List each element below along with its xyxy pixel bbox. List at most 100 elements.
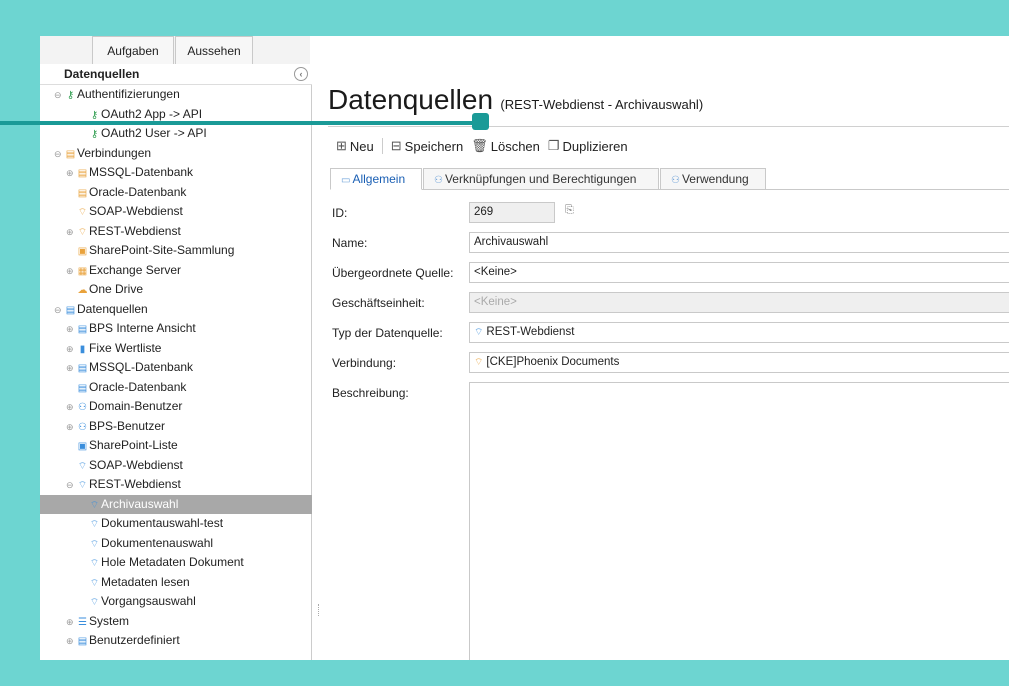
tab-bar: ▭ Allgemein ⚇ Verknüpfungen und Berechtigu… (330, 168, 1009, 190)
expand-icon[interactable]: ⊕ (66, 613, 76, 633)
users-icon: ⚇ (78, 402, 87, 413)
expand-icon[interactable]: ⊕ (66, 320, 76, 340)
collapse-sidebar-icon[interactable]: ‹ (294, 67, 308, 81)
connector-dot (472, 113, 489, 130)
delete-button[interactable]: 🗑 Löschen (467, 138, 544, 154)
tree-node-label: Dokumentenauswahl (101, 535, 214, 550)
tree-node-label: Fixe Wertliste (89, 340, 162, 355)
tree-node[interactable]: ⊕ ⚇ BPS-Benutzer (40, 417, 311, 437)
tree-node[interactable]: ⊕ ☰ System (40, 612, 311, 632)
connection-icon: ▤ (65, 148, 76, 160)
tree-node-label: Oracle-Datenbank (89, 379, 187, 394)
tree-node-label: Vorgangsauswahl (101, 594, 196, 608)
duplicate-button-label: Duplizieren (562, 138, 628, 154)
expand-icon[interactable]: ⊕ (66, 418, 76, 438)
tree-node[interactable]: ⚷ OAuth2 User -> API (40, 124, 311, 144)
tree-node[interactable]: ⌔ SOAP-Webdienst (40, 202, 311, 222)
delete-button-label: Löschen (490, 138, 540, 154)
page-title: Datenquellen (328, 84, 494, 115)
tree-node-label: SOAP-Webdienst (89, 457, 183, 472)
collapse-icon[interactable]: ⊖ (54, 145, 64, 165)
parent-source-select[interactable]: <Keine> (469, 262, 1009, 283)
webservice-icon: ⌔ (77, 480, 88, 491)
ribbon-tab-aufgaben[interactable]: Aufgaben (92, 36, 174, 64)
tree-node[interactable]: ⊕ ▤ MSSQL-Datenbank (40, 358, 311, 378)
collapse-icon[interactable]: ⊖ (66, 476, 76, 496)
tree-node[interactable]: ⊕ ⌔ REST-Webdienst (40, 222, 311, 242)
tree-node-label: One Drive (89, 282, 144, 296)
connection-value: [CKE]Phoenix Documents (486, 356, 620, 368)
collapse-icon[interactable]: ⊖ (54, 86, 64, 106)
datasource-type-value: REST-Webdienst (486, 326, 575, 338)
webservice-icon: ⌔ (474, 357, 484, 368)
tree-node[interactable]: ⊕ ▤ Benutzerdefiniert (40, 631, 311, 651)
tree-node[interactable]: ⌔ Vorgangsauswahl (40, 592, 311, 612)
splitter[interactable] (312, 64, 328, 660)
tree-node[interactable]: ⌔ Archivauswahl (40, 494, 312, 514)
tree-node-label: MSSQL-Datenbank (89, 165, 194, 179)
new-button[interactable]: ⊞ Neu (332, 138, 378, 154)
expand-icon[interactable]: ⊕ (66, 398, 76, 418)
parent-source-label: Übergeordnete Quelle: (332, 266, 454, 280)
tree-node[interactable]: ⌔ Hole Metadaten Dokument (40, 553, 311, 573)
tree-node-label: OAuth2 App -> API (101, 106, 203, 121)
tree-node[interactable]: ▣ SharePoint-Liste (40, 436, 311, 456)
tree-node[interactable]: ⌔ Dokumentauswahl-test (40, 514, 311, 534)
tab-verwendung[interactable]: ⚇ Verwendung (660, 168, 766, 190)
copy-icon: ❐ (547, 138, 560, 153)
datasource-tree: ⊖ ⚷ Authentifizierungen ⚷ OAuth2 App -> API ⚷… (40, 85, 312, 660)
tab-label: Allgemein (352, 172, 406, 186)
description-label: Beschreibung: (332, 386, 409, 400)
tree-node[interactable]: ⊕ ▦ Exchange Server (40, 261, 311, 281)
duplicate-button[interactable]: ❐ Duplizieren (544, 138, 632, 154)
tree-node-label: Exchange Server (89, 262, 182, 277)
database-icon: ▤ (65, 304, 76, 316)
tree-node[interactable]: ⌔ Metadaten lesen (40, 573, 311, 593)
tree-node-label: Metadaten lesen (101, 574, 190, 589)
tree-node[interactable]: ☁ One Drive (40, 280, 311, 300)
tree-node[interactable]: ▤ Oracle-Datenbank (40, 183, 311, 203)
tab-label: Verwendung (681, 172, 749, 186)
tree-node[interactable]: ▣ SharePoint-Site-Sammlung (40, 241, 311, 261)
tree-node[interactable]: ▤ Oracle-Datenbank (40, 378, 311, 398)
datasource-type-label: Typ der Datenquelle: (332, 326, 443, 340)
tree-node[interactable]: ⌔ SOAP-Webdienst (40, 456, 311, 476)
name-label: Name: (332, 236, 368, 250)
tab-allgemein[interactable]: ▭ Allgemein (330, 168, 422, 190)
database-icon: ▤ (77, 636, 88, 647)
tree-node[interactable]: ⊕ ▤ MSSQL-Datenbank (40, 163, 311, 183)
app-window: Aufgaben Aussehen Datenquellen ‹ ⊖ ⚷ Authe… (40, 36, 1009, 660)
tree-node[interactable]: ⌔ Dokumentenauswahl (40, 534, 311, 554)
webservice-icon: ⌔ (89, 558, 100, 569)
ribbon-tab-aussehen[interactable]: Aussehen (175, 36, 253, 64)
tree-node-label: Authentifizierungen (77, 87, 180, 101)
tree-node[interactable]: ⊖ ▤ Datenquellen (40, 300, 311, 320)
tab-verknuepfungen[interactable]: ⚇ Verknüpfungen und Berechtigungen (423, 168, 659, 190)
tree-node[interactable]: ⊕ ▤ BPS Interne Ansicht (40, 319, 311, 339)
save-button[interactable]: ⊟ Speichern (387, 138, 467, 154)
webservice-icon: ⌔ (89, 519, 100, 530)
copy-id-icon[interactable]: ⎘ (565, 204, 574, 217)
splitter-grip[interactable] (318, 604, 320, 616)
expand-icon[interactable]: ⊕ (66, 632, 76, 652)
new-button-label: Neu (349, 138, 374, 154)
expand-icon[interactable]: ⊕ (66, 340, 76, 360)
name-input[interactable]: Archivauswahl (469, 232, 1009, 253)
expand-icon[interactable]: ⊕ (66, 359, 76, 379)
tree-node-label: Dokumentauswahl-test (101, 516, 224, 530)
description-textarea[interactable] (469, 382, 1009, 660)
expand-icon[interactable]: ⊕ (66, 223, 76, 243)
business-unit-label: Geschäftseinheit: (332, 296, 425, 310)
connection-select[interactable]: ⌔ [CKE]Phoenix Documents (469, 352, 1009, 373)
tree-node[interactable]: ⊖ ⌔ REST-Webdienst (40, 475, 311, 495)
tree-node[interactable]: ⊖ ▤ Verbindungen (40, 144, 311, 164)
tree-node[interactable]: ⊕ ▮ Fixe Wertliste (40, 339, 311, 359)
tree-node[interactable]: ⊕ ⚇ Domain-Benutzer (40, 397, 311, 417)
expand-icon[interactable]: ⊕ (66, 262, 76, 282)
expand-icon[interactable]: ⊕ (66, 164, 76, 184)
collapse-icon[interactable]: ⊖ (54, 301, 64, 321)
tree-node-label: Domain-Benutzer (89, 399, 183, 413)
tree-node[interactable]: ⊖ ⚷ Authentifizierungen (40, 85, 311, 105)
general-icon: ▭ (341, 175, 351, 186)
system-icon: ☰ (78, 616, 87, 628)
